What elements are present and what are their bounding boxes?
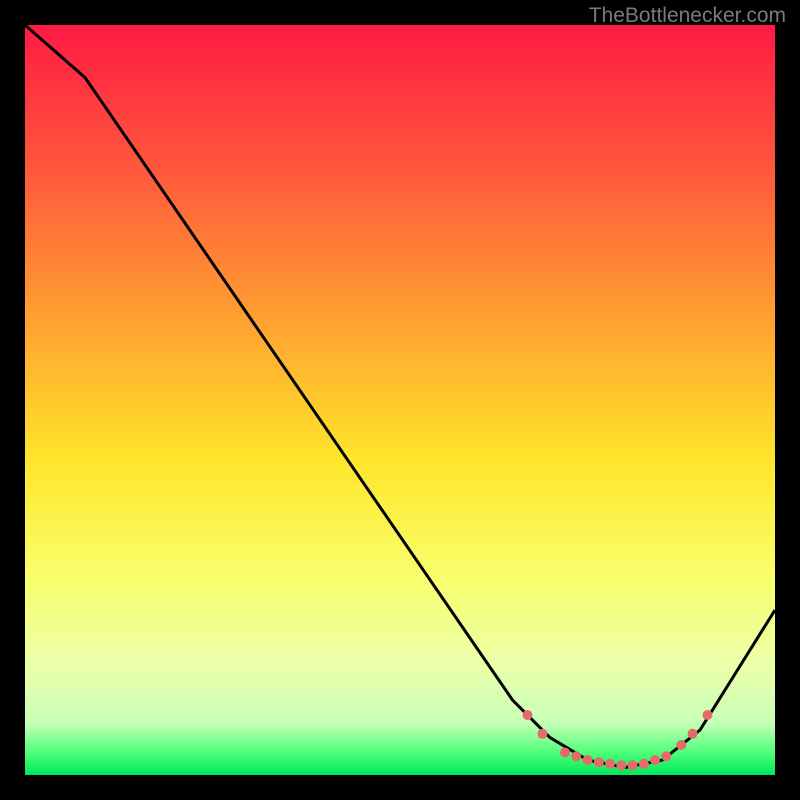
marker-dot bbox=[605, 759, 615, 769]
marker-dot bbox=[616, 760, 626, 770]
chart-plot-area bbox=[25, 25, 775, 775]
marker-dot bbox=[571, 751, 581, 761]
marker-dot bbox=[523, 710, 533, 720]
chart-background bbox=[25, 25, 775, 775]
marker-dot bbox=[594, 757, 604, 767]
marker-dot bbox=[583, 755, 593, 765]
marker-dot bbox=[650, 755, 660, 765]
marker-dot bbox=[560, 748, 570, 758]
marker-dot bbox=[676, 740, 686, 750]
chart-svg bbox=[25, 25, 775, 775]
marker-dot bbox=[661, 751, 671, 761]
marker-dot bbox=[703, 710, 713, 720]
marker-dot bbox=[639, 759, 649, 769]
marker-dot bbox=[628, 760, 638, 770]
marker-dot bbox=[538, 729, 548, 739]
watermark: TheBottlenecker.com bbox=[589, 4, 786, 28]
marker-dot bbox=[688, 729, 698, 739]
